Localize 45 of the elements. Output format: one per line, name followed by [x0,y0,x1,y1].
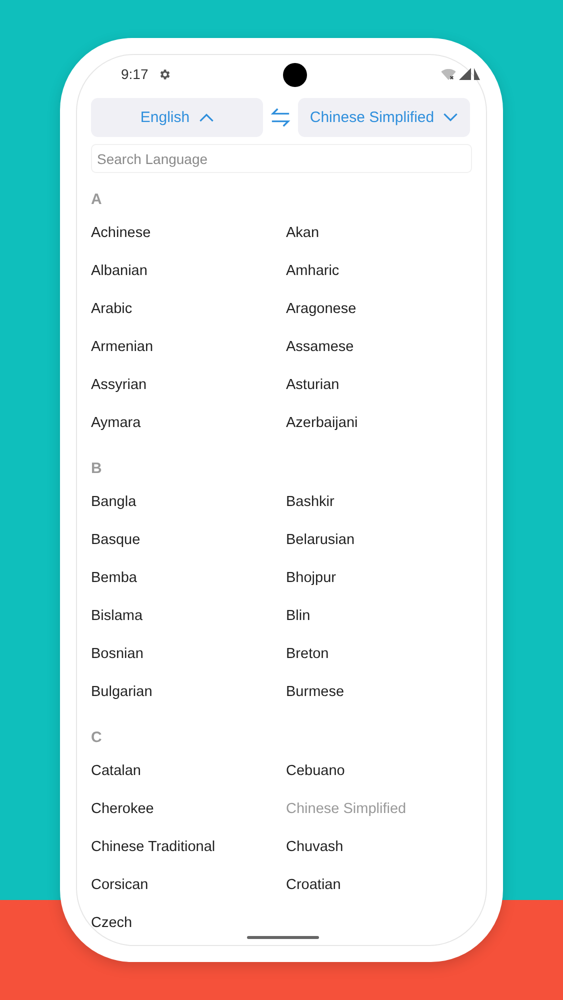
swap-icon[interactable] [270,107,291,128]
language-item[interactable]: Chuvash [286,828,472,866]
language-item[interactable]: Breton [286,635,472,673]
language-item[interactable]: Aragonese [286,290,472,328]
language-item[interactable]: Bosnian [91,635,286,673]
search-field[interactable]: Search Language [91,144,472,173]
signal-icon [459,68,471,80]
language-item[interactable]: Assyrian [91,366,286,404]
language-item[interactable]: Bislama [91,597,286,635]
language-item[interactable]: Asturian [286,366,472,404]
camera-hole [283,63,307,87]
language-item[interactable]: Armenian [91,328,286,366]
language-item[interactable]: Akan [286,214,472,252]
language-item[interactable]: Bangla [91,483,286,521]
language-item[interactable]: Corsican [91,866,286,904]
language-item[interactable]: Cherokee [91,790,286,828]
section-letter: A [91,191,103,208]
wifi-off-icon [441,69,456,80]
language-item[interactable]: Cebuano [286,752,472,790]
language-item[interactable]: Aymara [91,404,286,442]
status-time: 9:17 [121,66,148,82]
language-item[interactable]: Burmese [286,673,472,711]
language-item[interactable]: Arabic [91,290,286,328]
language-item[interactable]: Achinese [91,214,286,252]
language-item[interactable]: Azerbaijani [286,404,472,442]
language-item[interactable]: Bemba [91,559,286,597]
language-item[interactable]: Bashkir [286,483,472,521]
section-letter: B [91,460,103,477]
language-item[interactable]: Bulgarian [91,673,286,711]
language-item[interactable]: Chinese Traditional [91,828,286,866]
chevron-icon [198,113,214,122]
language-item[interactable]: Assamese [286,328,472,366]
language-item[interactable]: Albanian [91,252,286,290]
language-item[interactable]: Basque [91,521,286,559]
section-letter: C [91,729,103,746]
language-item[interactable]: Czech [91,904,286,942]
language-item[interactable]: Blin [286,597,472,635]
language-item[interactable]: Catalan [91,752,286,790]
chevron-icon [443,113,458,122]
language-item[interactable]: Bhojpur [286,559,472,597]
language-item[interactable]: Belarusian [286,521,472,559]
language-item[interactable]: Croatian [286,866,472,904]
language-item[interactable]: Amharic [286,252,472,290]
gear-icon [158,68,172,80]
home-indicator [247,936,319,939]
